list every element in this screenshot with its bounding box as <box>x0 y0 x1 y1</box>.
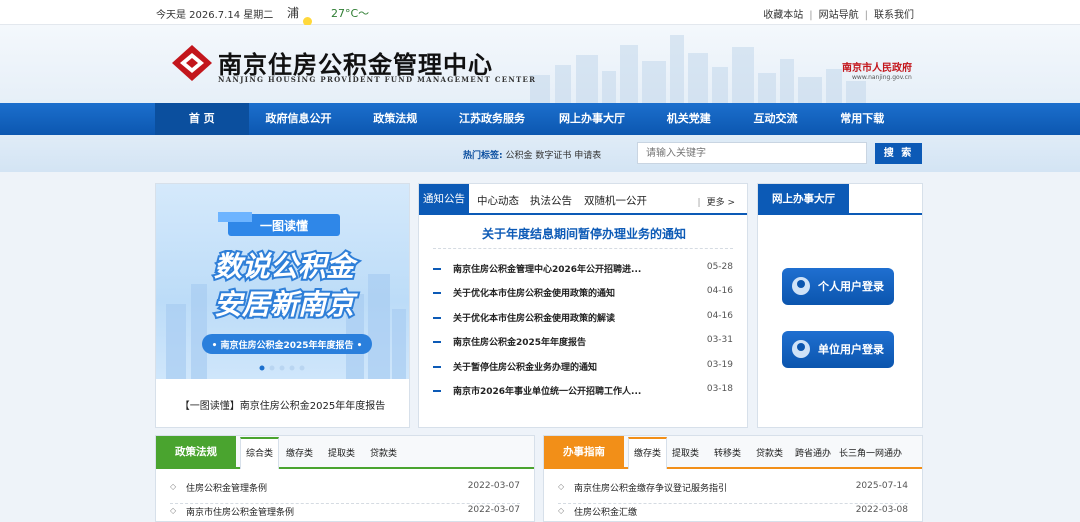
tab-guide-yangtze-delta[interactable]: 长三角一网通办 <box>839 446 902 459</box>
online-hall-title: 网上办事大厅 <box>758 184 849 215</box>
tab-center-news[interactable]: 中心动态 <box>477 193 519 208</box>
diamond-icon: ◇ <box>170 506 177 515</box>
main-nav: 首 页 政府信息公开 政策法规 江苏政务服务 网上办事大厅 机关党建 互动交流 … <box>0 103 1080 135</box>
top-links: 收藏本站 | 网站导航 | 联系我们 <box>763 10 914 21</box>
carousel-dot <box>299 365 305 371</box>
top-bar: 今天是 2026.7.14 星期二 浦 27°C～ 收藏本站 | 网站导航 | 联系我们 <box>0 0 1080 26</box>
list-item[interactable]: ◇ 住房公积金汇缴 2022-03-08 <box>558 504 908 522</box>
company-login-button[interactable]: 单位用户登录 <box>782 331 894 368</box>
nav-item-home[interactable]: 首 页 <box>155 103 249 135</box>
search-bar: 热门标签: 公积金 数字证书 申请表 搜 索 <box>0 135 1080 172</box>
nav-item-jiangsu-service[interactable]: 江苏政务服务 <box>442 103 542 135</box>
site-subtitle: NANJING HOUSING PROVIDENT FUND MANAGEMEN… <box>218 75 537 84</box>
nav-item-online-hall[interactable]: 网上办事大厅 <box>542 103 642 135</box>
bullet-icon <box>433 341 441 344</box>
tab-guide-transfer[interactable]: 转移类 <box>714 446 741 459</box>
tab-loan[interactable]: 贷款类 <box>370 446 397 459</box>
bullet-icon <box>433 292 441 295</box>
tab-guide-deposit[interactable]: 缴存类 <box>628 437 668 469</box>
hot-tags: 热门标签: 公积金 数字证书 申请表 <box>463 148 601 161</box>
carousel-dot-active <box>259 365 265 371</box>
diamond-icon: ◇ <box>170 482 177 491</box>
list-item[interactable]: 关于优化本市住房公积金使用政策的通知 04-16 <box>433 286 733 310</box>
banner-badge: 一图读懂 <box>260 218 308 233</box>
news-headline[interactable]: 关于年度结息期间暂停办理业务的通知 <box>419 225 749 242</box>
bookmark-link[interactable]: 收藏本站 <box>763 10 803 21</box>
nav-item-downloads[interactable]: 常用下载 <box>816 103 910 135</box>
nav-item-policy[interactable]: 政策法规 <box>349 103 443 135</box>
banner-image[interactable]: 一图读懂 数说公积金 安居新南京 • 南京住房公积金2025年年度报告 • <box>156 184 409 379</box>
banner-caption[interactable]: 【一图读懂】南京住房公积金2025年年度报告 <box>156 397 409 412</box>
nav-item-interaction[interactable]: 互动交流 <box>736 103 816 135</box>
bullet-icon <box>433 389 441 392</box>
list-item[interactable]: ◇ 南京住房公积金缴存争议登记服务指引 2025-07-14 <box>558 480 908 504</box>
list-item[interactable]: ◇ 住房公积金管理条例 2022-03-07 <box>170 480 520 504</box>
news-more-link[interactable]: | 更多 > <box>698 195 735 208</box>
logo-icon[interactable] <box>170 43 214 83</box>
banner-line2: 安居新南京 <box>214 288 358 321</box>
policy-list: ◇ 住房公积金管理条例 2022-03-07 ◇ 南京市住房公积金管理条例 2022-0… <box>170 480 520 522</box>
contact-link[interactable]: 联系我们 <box>874 10 914 21</box>
guide-label[interactable]: 办事指南 <box>544 436 624 469</box>
list-item[interactable]: 关于优化本市住房公积金使用政策的解读 04-16 <box>433 311 733 335</box>
gov-title: 南京市人民政府 <box>842 63 912 74</box>
weather-city: 浦 <box>287 6 300 20</box>
tab-guide-withdraw[interactable]: 提取类 <box>672 446 699 459</box>
news-tabs: 通知公告 中心动态 执法公告 双随机一公开 | 更多 > <box>419 184 747 215</box>
guide-tabs: 办事指南 缴存类 提取类 转移类 贷款类 跨省通办 长三角一网通办 <box>544 436 922 469</box>
carousel-dot <box>289 365 295 371</box>
gov-logo[interactable]: 南京市人民政府 www.nanjing.gov.cn <box>842 59 912 81</box>
policy-panel: 政策法规 综合类 缴存类 提取类 贷款类 ◇ 住房公积金管理条例 2022-03-0… <box>155 435 535 522</box>
sitemap-link[interactable]: 网站导航 <box>819 10 859 21</box>
bullet-icon <box>433 365 441 368</box>
building-icon <box>792 340 810 358</box>
list-item[interactable]: ◇ 南京市住房公积金管理条例 2022-03-07 <box>170 504 520 522</box>
search-input[interactable] <box>637 142 867 164</box>
hot-tags-label: 热门标签: <box>463 151 503 161</box>
tab-enforcement[interactable]: 执法公告 <box>530 193 572 208</box>
site-header: 南京住房公积金管理中心 NANJING HOUSING PROVIDENT FU… <box>0 25 1080 103</box>
tab-random-check[interactable]: 双随机一公开 <box>584 193 647 208</box>
list-item[interactable]: 南京市2026年事业单位统一公开招聘工作人... 03-18 <box>433 384 733 408</box>
hot-tags-list[interactable]: 公积金 数字证书 申请表 <box>505 151 601 161</box>
nav-item-gov-info[interactable]: 政府信息公开 <box>249 103 349 135</box>
policy-label[interactable]: 政策法规 <box>156 436 236 469</box>
weather-temp: 27°C～ <box>331 7 370 20</box>
list-item[interactable]: 南京住房公积金管理中心2026年公开招聘进... 05-28 <box>433 262 733 286</box>
diamond-icon: ◇ <box>558 482 565 491</box>
online-hall-panel: 网上办事大厅 个人用户登录 单位用户登录 <box>757 183 923 428</box>
carousel-dot <box>269 365 275 371</box>
feature-banner[interactable]: 一图读懂 数说公积金 安居新南京 • 南京住房公积金2025年年度报告 • 【一… <box>155 183 410 428</box>
tab-general[interactable]: 综合类 <box>240 437 280 469</box>
tab-withdraw[interactable]: 提取类 <box>328 446 355 459</box>
news-panel: 通知公告 中心动态 执法公告 双随机一公开 | 更多 > 关于年度结息期间暂停办理… <box>418 183 748 428</box>
bullet-icon <box>433 268 441 270</box>
news-list: 南京住房公积金管理中心2026年公开招聘进... 05-28 关于优化本市住房公积… <box>433 262 733 408</box>
personal-login-button[interactable]: 个人用户登录 <box>782 268 894 305</box>
diamond-icon: ◇ <box>558 506 565 515</box>
list-item[interactable]: 南京住房公积金2025年年度报告 03-31 <box>433 335 733 359</box>
banner-line1: 数说公积金 <box>214 250 358 283</box>
tab-guide-cross-province[interactable]: 跨省通办 <box>795 446 831 459</box>
list-item[interactable]: 关于暂停住房公积金业务办理的通知 03-19 <box>433 360 733 384</box>
guide-panel: 办事指南 缴存类 提取类 转移类 贷款类 跨省通办 长三角一网通办 ◇ 南京住房公… <box>543 435 923 522</box>
policy-tabs: 政策法规 综合类 缴存类 提取类 贷款类 <box>156 436 534 469</box>
banner-ribbon: • 南京住房公积金2025年年度报告 • <box>212 339 363 351</box>
nav-item-party[interactable]: 机关党建 <box>642 103 736 135</box>
online-hall-header: 网上办事大厅 <box>758 184 922 215</box>
user-icon <box>792 277 810 295</box>
tab-notices[interactable]: 通知公告 <box>419 184 469 215</box>
banner-graphic: 一图读懂 数说公积金 安居新南京 • 南京住房公积金2025年年度报告 • <box>166 212 406 379</box>
search-button[interactable]: 搜 索 <box>875 143 922 164</box>
gov-url: www.nanjing.gov.cn <box>852 74 912 81</box>
guide-list: ◇ 南京住房公积金缴存争议登记服务指引 2025-07-14 ◇ 住房公积金汇缴 202… <box>558 480 908 522</box>
tab-deposit[interactable]: 缴存类 <box>286 446 313 459</box>
carousel-dot <box>279 365 285 371</box>
tab-guide-loan[interactable]: 贷款类 <box>756 446 783 459</box>
bullet-icon <box>433 316 441 319</box>
current-date: 今天是 2026.7.14 星期二 <box>156 10 274 21</box>
divider <box>433 248 733 249</box>
